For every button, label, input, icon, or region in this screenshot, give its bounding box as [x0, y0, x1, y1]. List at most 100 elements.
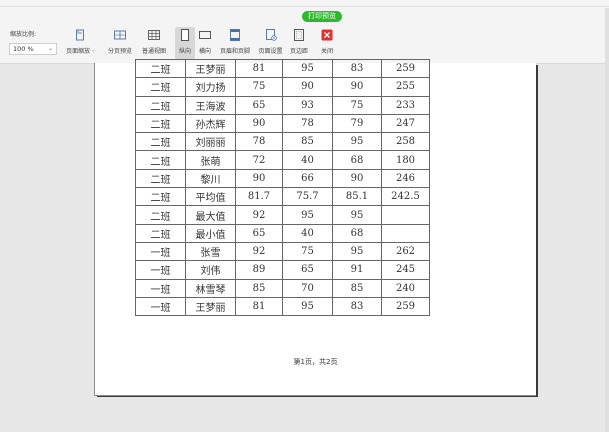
close-button[interactable]: 关闭 — [317, 27, 337, 59]
page-setup-label: 页面设置 — [258, 48, 283, 55]
page-break-preview-label: 分页预览 — [107, 48, 132, 55]
page-setup-button[interactable]: 页面设置 — [256, 27, 285, 59]
page-setup-icon — [265, 29, 277, 41]
table-cell: 180 — [381, 150, 430, 170]
page-zoom-label: 页面缩放 · — [66, 48, 94, 55]
table-cell: 81.7 — [235, 187, 283, 207]
landscape-label: 横向 — [198, 48, 211, 55]
normal-view-icon — [148, 30, 160, 40]
zoom-label: 缩放比例: — [10, 31, 37, 38]
table-cell: 黎川 — [185, 168, 236, 189]
table-cell: 85.1 — [332, 187, 382, 207]
table-cell: 一班 — [135, 278, 186, 298]
table-cell: 二班 — [135, 150, 186, 170]
table-cell: 90 — [332, 168, 382, 189]
table-cell: 二班 — [135, 223, 186, 243]
table-cell: 85 — [332, 278, 382, 298]
table-cell: 最大值 — [185, 205, 236, 225]
table-cell: 75.7 — [282, 187, 333, 207]
table-cell: 247 — [381, 113, 430, 134]
table-cell: 93 — [282, 95, 333, 115]
table-cell: 65 — [235, 223, 283, 243]
table-cell: 王梦丽 — [185, 58, 236, 79]
table-cell: 张雪 — [185, 241, 236, 262]
table-cell: 孙杰辉 — [185, 113, 236, 134]
table-row: 一班 王梦丽 81 95 83 259 — [135, 296, 430, 317]
portrait-icon — [181, 29, 189, 41]
table-cell: 259 — [381, 58, 430, 79]
table-row: 一班 刘伟 89 65 91 245 — [135, 260, 430, 280]
table-cell: 90 — [282, 77, 333, 97]
page-break-preview-icon — [114, 30, 126, 40]
margins-button[interactable]: 页边距 — [288, 27, 310, 59]
table-row: 二班 最小值 65 40 68 — [135, 223, 430, 243]
table-cell: 刘丽丽 — [185, 132, 236, 152]
zoom-value: 100 % — [13, 45, 34, 53]
table-cell: 240 — [381, 278, 430, 298]
normal-view-button[interactable]: 普通视图 — [139, 27, 169, 59]
table-cell: 262 — [381, 241, 430, 262]
table-cell: 二班 — [135, 168, 186, 189]
table-cell: 二班 — [135, 132, 186, 152]
table-cell: 259 — [381, 296, 430, 317]
table-cell: 245 — [381, 260, 430, 280]
header-footer-button[interactable]: 页眉和页脚 — [216, 27, 254, 59]
portrait-label: 纵向 — [178, 48, 191, 55]
table-cell: 68 — [332, 150, 382, 170]
table-cell: 二班 — [135, 187, 186, 207]
toolbar-top-divider — [0, 6, 609, 7]
table-cell: 75 — [282, 241, 333, 262]
table-cell: 75 — [235, 77, 283, 97]
table-row: 二班 最大值 92 95 95 — [135, 205, 430, 225]
table-row: 二班 王海波 65 93 75 233 — [135, 95, 430, 115]
table-cell: 二班 — [135, 205, 186, 225]
zoom-select[interactable]: 100 % ⌄ — [9, 43, 57, 55]
table-cell: 95 — [332, 205, 382, 225]
table-cell: 65 — [235, 95, 283, 115]
table-cell: 90 — [235, 168, 283, 189]
page-break-preview-button[interactable]: 分页预览 — [106, 27, 134, 59]
table-cell: 二班 — [135, 95, 186, 115]
table-cell: 65 — [282, 260, 333, 280]
landscape-icon — [199, 31, 211, 39]
table-cell: 40 — [282, 223, 333, 243]
table-cell: 95 — [332, 132, 382, 152]
table-cell: 二班 — [135, 58, 186, 79]
table-cell: 79 — [332, 113, 382, 134]
table-cell: 75 — [332, 95, 382, 115]
table-cell: 90 — [332, 77, 382, 97]
portrait-button[interactable]: 纵向 — [175, 27, 195, 59]
margins-label: 页边距 — [289, 48, 308, 55]
table-cell: 刘伟 — [185, 260, 236, 280]
table-cell: 78 — [282, 113, 333, 134]
header-footer-label: 页眉和页脚 — [219, 48, 250, 55]
page-number-footer: 第1页，共2页 — [293, 358, 338, 366]
close-icon — [321, 29, 333, 41]
landscape-button[interactable]: 横向 — [196, 27, 214, 59]
table-cell: 刘力扬 — [185, 77, 236, 97]
header-footer-icon — [230, 29, 240, 41]
table-cell — [381, 223, 430, 243]
close-label: 关闭 — [320, 48, 333, 55]
page-zoom-icon — [76, 29, 84, 41]
preview-page: 二班 王梦丽 81 95 83 259 二班 刘力扬 75 90 90 255 二班 王海波 65 93 75 2… — [94, 58, 536, 396]
chevron-down-icon: ⌄ — [47, 45, 53, 52]
table-cell: 242.5 — [381, 187, 430, 207]
table-cell: 张萌 — [185, 150, 236, 170]
normal-view-label: 普通视图 — [141, 48, 166, 55]
table-cell: 85 — [235, 278, 283, 298]
table-cell: 林雪琴 — [185, 278, 236, 298]
table-cell: 一班 — [135, 260, 186, 280]
page-zoom-button[interactable]: 页面缩放 · — [62, 27, 98, 59]
table-cell: 255 — [381, 77, 430, 97]
table-cell: 83 — [332, 296, 382, 317]
table-row: 二班 刘丽丽 78 85 95 258 — [135, 132, 430, 152]
table-cell: 90 — [235, 113, 283, 134]
vertical-scrollbar[interactable] — [605, 8, 609, 432]
table-cell: 92 — [235, 241, 283, 262]
margins-icon — [294, 29, 304, 41]
table-cell: 91 — [332, 260, 382, 280]
table-cell: 95 — [282, 205, 333, 225]
table-row: 二班 张萌 72 40 68 180 — [135, 150, 430, 170]
table-cell: 王海波 — [185, 95, 236, 115]
